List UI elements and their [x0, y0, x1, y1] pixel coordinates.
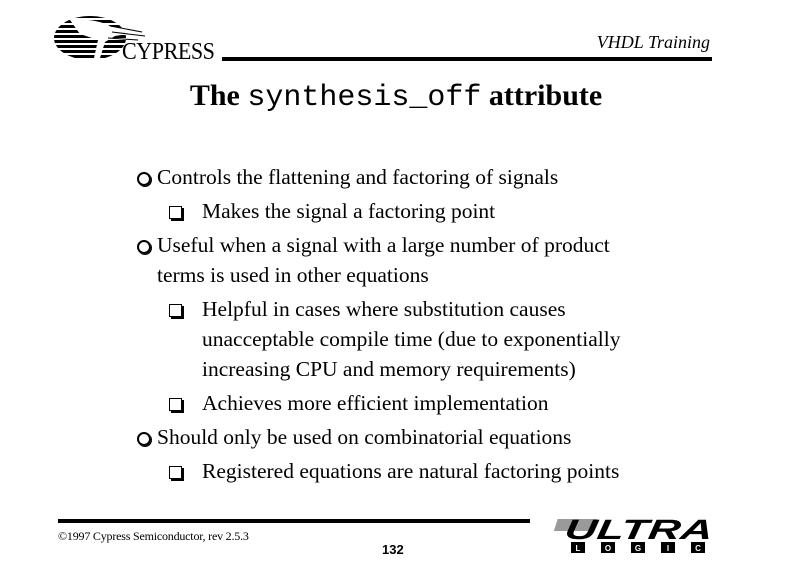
sub-bullet-text: Achieves more efficient implementation — [202, 391, 549, 415]
title-suffix: attribute — [481, 79, 603, 112]
title-code: synthesis_off — [247, 81, 482, 115]
circle-bullet-icon — [137, 240, 151, 254]
square-bullet-icon — [169, 466, 182, 479]
square-bullet-icon — [169, 206, 182, 219]
circle-bullet-icon — [137, 172, 151, 186]
square-bullet-icon — [169, 398, 182, 411]
bullet-text: Useful when a signal with a large number… — [157, 233, 610, 257]
bullet-text: Controls the flattening and factoring of… — [157, 165, 559, 189]
page-number: 132 — [382, 542, 404, 557]
copyright-text: ©1997 Cypress Semiconductor, rev 2.5.3 — [58, 529, 249, 543]
square-bullet-icon — [169, 304, 182, 317]
logic-letter: G — [635, 544, 641, 553]
sub-bullet-text: Registered equations are natural factori… — [202, 459, 620, 483]
ultra-logo-text: ULTRA — [563, 515, 715, 545]
bullet-text: terms is used in other equations — [157, 263, 429, 287]
footer-rule — [58, 519, 530, 523]
title-prefix: The — [189, 79, 248, 112]
logic-letter: O — [605, 544, 611, 553]
logic-letter: L — [576, 544, 581, 553]
bullet-text: Should only be used on combinatorial equ… — [157, 425, 572, 449]
sub-bullet-text: Helpful in cases where substitution caus… — [202, 297, 566, 321]
slide-title: The synthesis_off attribute — [0, 79, 792, 115]
header-rule — [222, 57, 712, 61]
ultra-logic-logo-icon: ULTRA L O G I C — [553, 515, 715, 553]
sub-bullet-text: increasing CPU and memory requirements) — [202, 357, 576, 381]
sub-bullet-text: Makes the signal a factoring point — [202, 199, 496, 223]
logic-letter: I — [667, 544, 669, 553]
sub-bullet-text: unacceptable compile time (due to expone… — [202, 327, 621, 351]
circle-bullet-icon — [137, 432, 151, 446]
logic-letter: C — [695, 544, 701, 553]
cypress-logo-text: CYPRESS — [122, 39, 215, 65]
course-title: VHDL Training — [596, 32, 710, 52]
